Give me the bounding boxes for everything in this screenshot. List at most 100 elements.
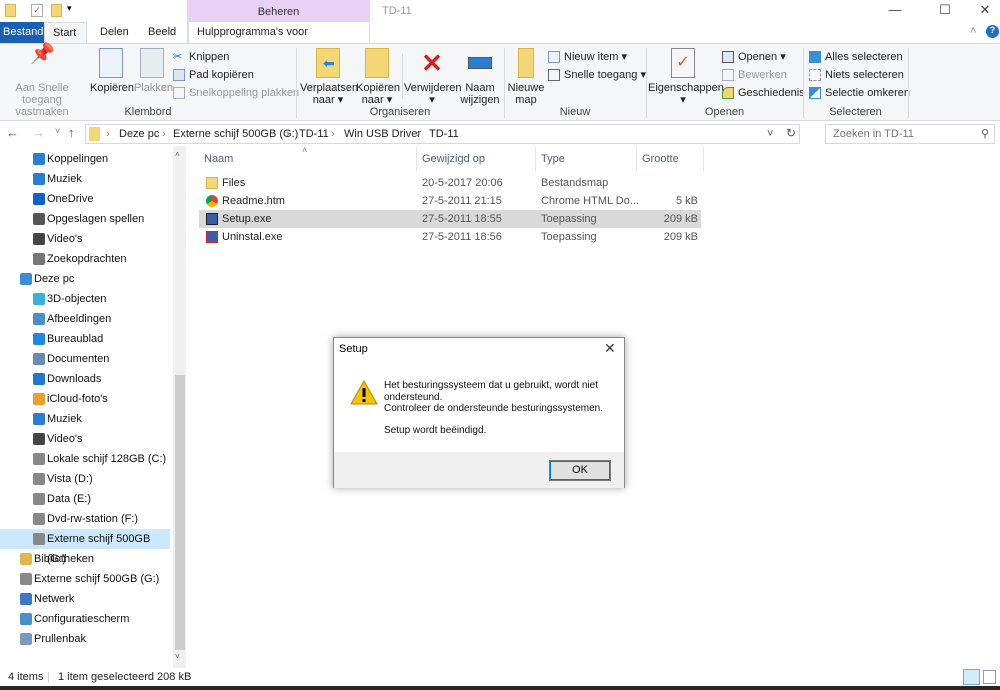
refresh-icon[interactable]: ↻ [786,126,796,140]
label: Niets selecteren [825,69,904,81]
minimize-button[interactable]: — [880,2,910,17]
nav-item[interactable]: Video's [0,429,170,449]
nav-item[interactable]: Muziek [0,169,170,189]
new-folder-button[interactable]: Nieuwe map [507,48,545,106]
copy-button[interactable]: Kopiëren [90,48,134,94]
breadcrumb-item[interactable]: TD-11 [429,128,459,140]
nav-item-label: Dvd-rw-station (F:) [47,513,139,525]
address-bar[interactable]: › Deze pc › Externe schijf 500GB (G:) › … [85,124,800,144]
address-dropdown-icon[interactable]: ˅ [767,128,773,140]
nav-item[interactable]: Koppelingen [0,149,170,169]
breadcrumb-item[interactable]: Externe schijf 500GB (G:) [173,128,298,140]
tab-beeld[interactable]: Beeld [140,22,184,43]
new-folder-quick-icon[interactable] [51,4,62,17]
delete-button[interactable]: ✕ Verwijderen ▾ [404,48,461,106]
details-view-icon[interactable] [963,669,980,685]
label: Pad kopiëren [189,69,254,81]
nav-item[interactable]: Externe schijf 500GB (G:) [0,569,170,589]
column-header-size[interactable]: Grootte [642,153,679,165]
nav-item[interactable]: Vista (D:) [0,469,170,489]
scroll-down-icon[interactable]: ˅ [175,652,180,661]
nav-item[interactable]: Afbeeldingen [0,309,170,329]
breadcrumb-item[interactable]: TD-11 [299,128,329,140]
nav-item[interactable]: Netwerk [0,589,170,609]
ok-button[interactable]: OK [549,460,611,481]
cut-button[interactable]: ✂ Knippen [173,49,229,65]
group-label-klembord: Klembord [124,106,172,118]
breadcrumb-item[interactable]: Deze pc [119,128,159,140]
large-icons-view-icon[interactable] [983,670,996,684]
tab-bestand[interactable]: Bestand [0,22,47,43]
column-header-name[interactable]: Naam [204,153,233,165]
nav-item[interactable]: Configuratiescherm [0,609,170,629]
column-header-modified[interactable]: Gewijzigd op [422,153,485,165]
nav-item[interactable]: Muziek [0,409,170,429]
message-line: Controleer de ondersteunde besturingssys… [384,403,604,414]
nav-item[interactable]: Opgeslagen spellen [0,209,170,229]
quick-access-dropdown-icon[interactable]: ▾ [67,3,72,14]
tab-start[interactable]: Start [44,22,87,43]
nav-item[interactable]: Dvd-rw-station (F:) [0,509,170,529]
select-none-button[interactable]: Niets selecteren [809,67,904,83]
file-modified: 27-5-2011 21:15 [422,195,502,207]
nav-item[interactable]: Lokale schijf 128GB (C:) [0,449,170,469]
edit-button[interactable]: Bewerken [722,67,787,83]
nav-item[interactable]: Prullenbak [0,629,170,649]
copy-path-button[interactable]: Pad kopiëren [173,67,254,83]
file-row[interactable]: Setup.exe 27-5-2011 18:55 Toepassing 209… [199,210,701,228]
nav-item-icon [33,313,45,325]
nav-item[interactable]: OneDrive [0,189,170,209]
tab-hulpprogrammas[interactable]: Hulpprogramma's voor toepassingen [188,22,370,59]
file-row[interactable]: Readme.htm 27-5-2011 21:15 Chrome HTML D… [199,192,701,210]
nav-item[interactable]: Downloads [0,369,170,389]
file-row[interactable]: Uninstal.exe 27-5-2011 18:56 Toepassing … [199,228,701,246]
breadcrumb-item[interactable]: Win USB Driver [344,128,421,140]
properties-button[interactable]: ✓ Eigenschappen ▾ [648,48,724,106]
close-button[interactable]: ✕ [970,2,1000,18]
recent-dropdown-icon[interactable]: ˅ [55,126,60,136]
nav-item-label: Muziek [47,413,82,425]
nav-item[interactable]: 3D-objecten [0,289,170,309]
nav-item[interactable]: Zoekopdrachten [0,249,170,269]
scrollbar-thumb[interactable] [175,375,185,650]
ribbon: 📌 Aan Snelle toegang vastmaken Kopiëren P… [0,43,1000,121]
paste-button[interactable]: Plakken [134,48,173,94]
move-to-button[interactable]: ⬅ Verplaatsen naar ▾ [300,48,358,106]
forward-icon[interactable]: → [32,125,45,140]
folder-icon [206,177,218,189]
search-input[interactable]: Zoeken in TD-11 ⚲ [825,124,995,144]
rename-button[interactable]: Naam wijzigen [460,48,500,106]
paste-shortcut-button[interactable]: Snelkoppeling plakken [173,85,299,101]
nav-item-icon [33,513,45,525]
copy-to-button[interactable]: Kopiëren naar ▾ [356,48,400,106]
up-icon[interactable]: ↑ [68,125,75,140]
file-row[interactable]: Files 20-5-2017 20:06 Bestandsmap [199,174,701,192]
nav-item[interactable]: Externe schijf 500GB (G:) [0,529,170,565]
open-button[interactable]: Openen ▾ [722,49,786,65]
easy-access-button[interactable]: Snelle toegang ▾ [548,67,646,83]
maximize-button[interactable]: ☐ [930,2,960,18]
history-button[interactable]: Geschiedenis [722,85,805,101]
nav-item-label: Bibliotheken [34,553,94,565]
item-count: 4 items [8,671,44,683]
file-name: Readme.htm [222,195,285,207]
nav-item[interactable]: iCloud-foto's [0,389,170,409]
nav-item[interactable]: Data (E:) [0,489,170,509]
select-all-button[interactable]: Alles selecteren [809,49,903,65]
new-item-button[interactable]: Nieuw item ▾ [548,49,627,65]
nav-item[interactable]: Deze pc [0,269,170,289]
nav-item[interactable]: Bureaublad [0,329,170,349]
scroll-up-icon[interactable]: ˄ [175,150,180,159]
collapse-ribbon-icon[interactable]: ˄ [970,25,976,37]
properties-quick-icon[interactable]: ✓ [31,4,43,17]
column-header-type[interactable]: Type [541,153,565,165]
label: Knippen [189,51,230,63]
help-icon[interactable]: ? [986,25,999,38]
tab-delen[interactable]: Delen [92,22,137,43]
nav-item[interactable]: Bibliotheken [0,549,170,569]
nav-item[interactable]: Documenten [0,349,170,369]
back-icon[interactable]: ← [6,125,19,140]
nav-item[interactable]: Video's [0,229,170,249]
invert-selection-button[interactable]: Selectie omkeren [809,85,910,101]
dialog-close-button[interactable]: ✕ [604,340,616,357]
